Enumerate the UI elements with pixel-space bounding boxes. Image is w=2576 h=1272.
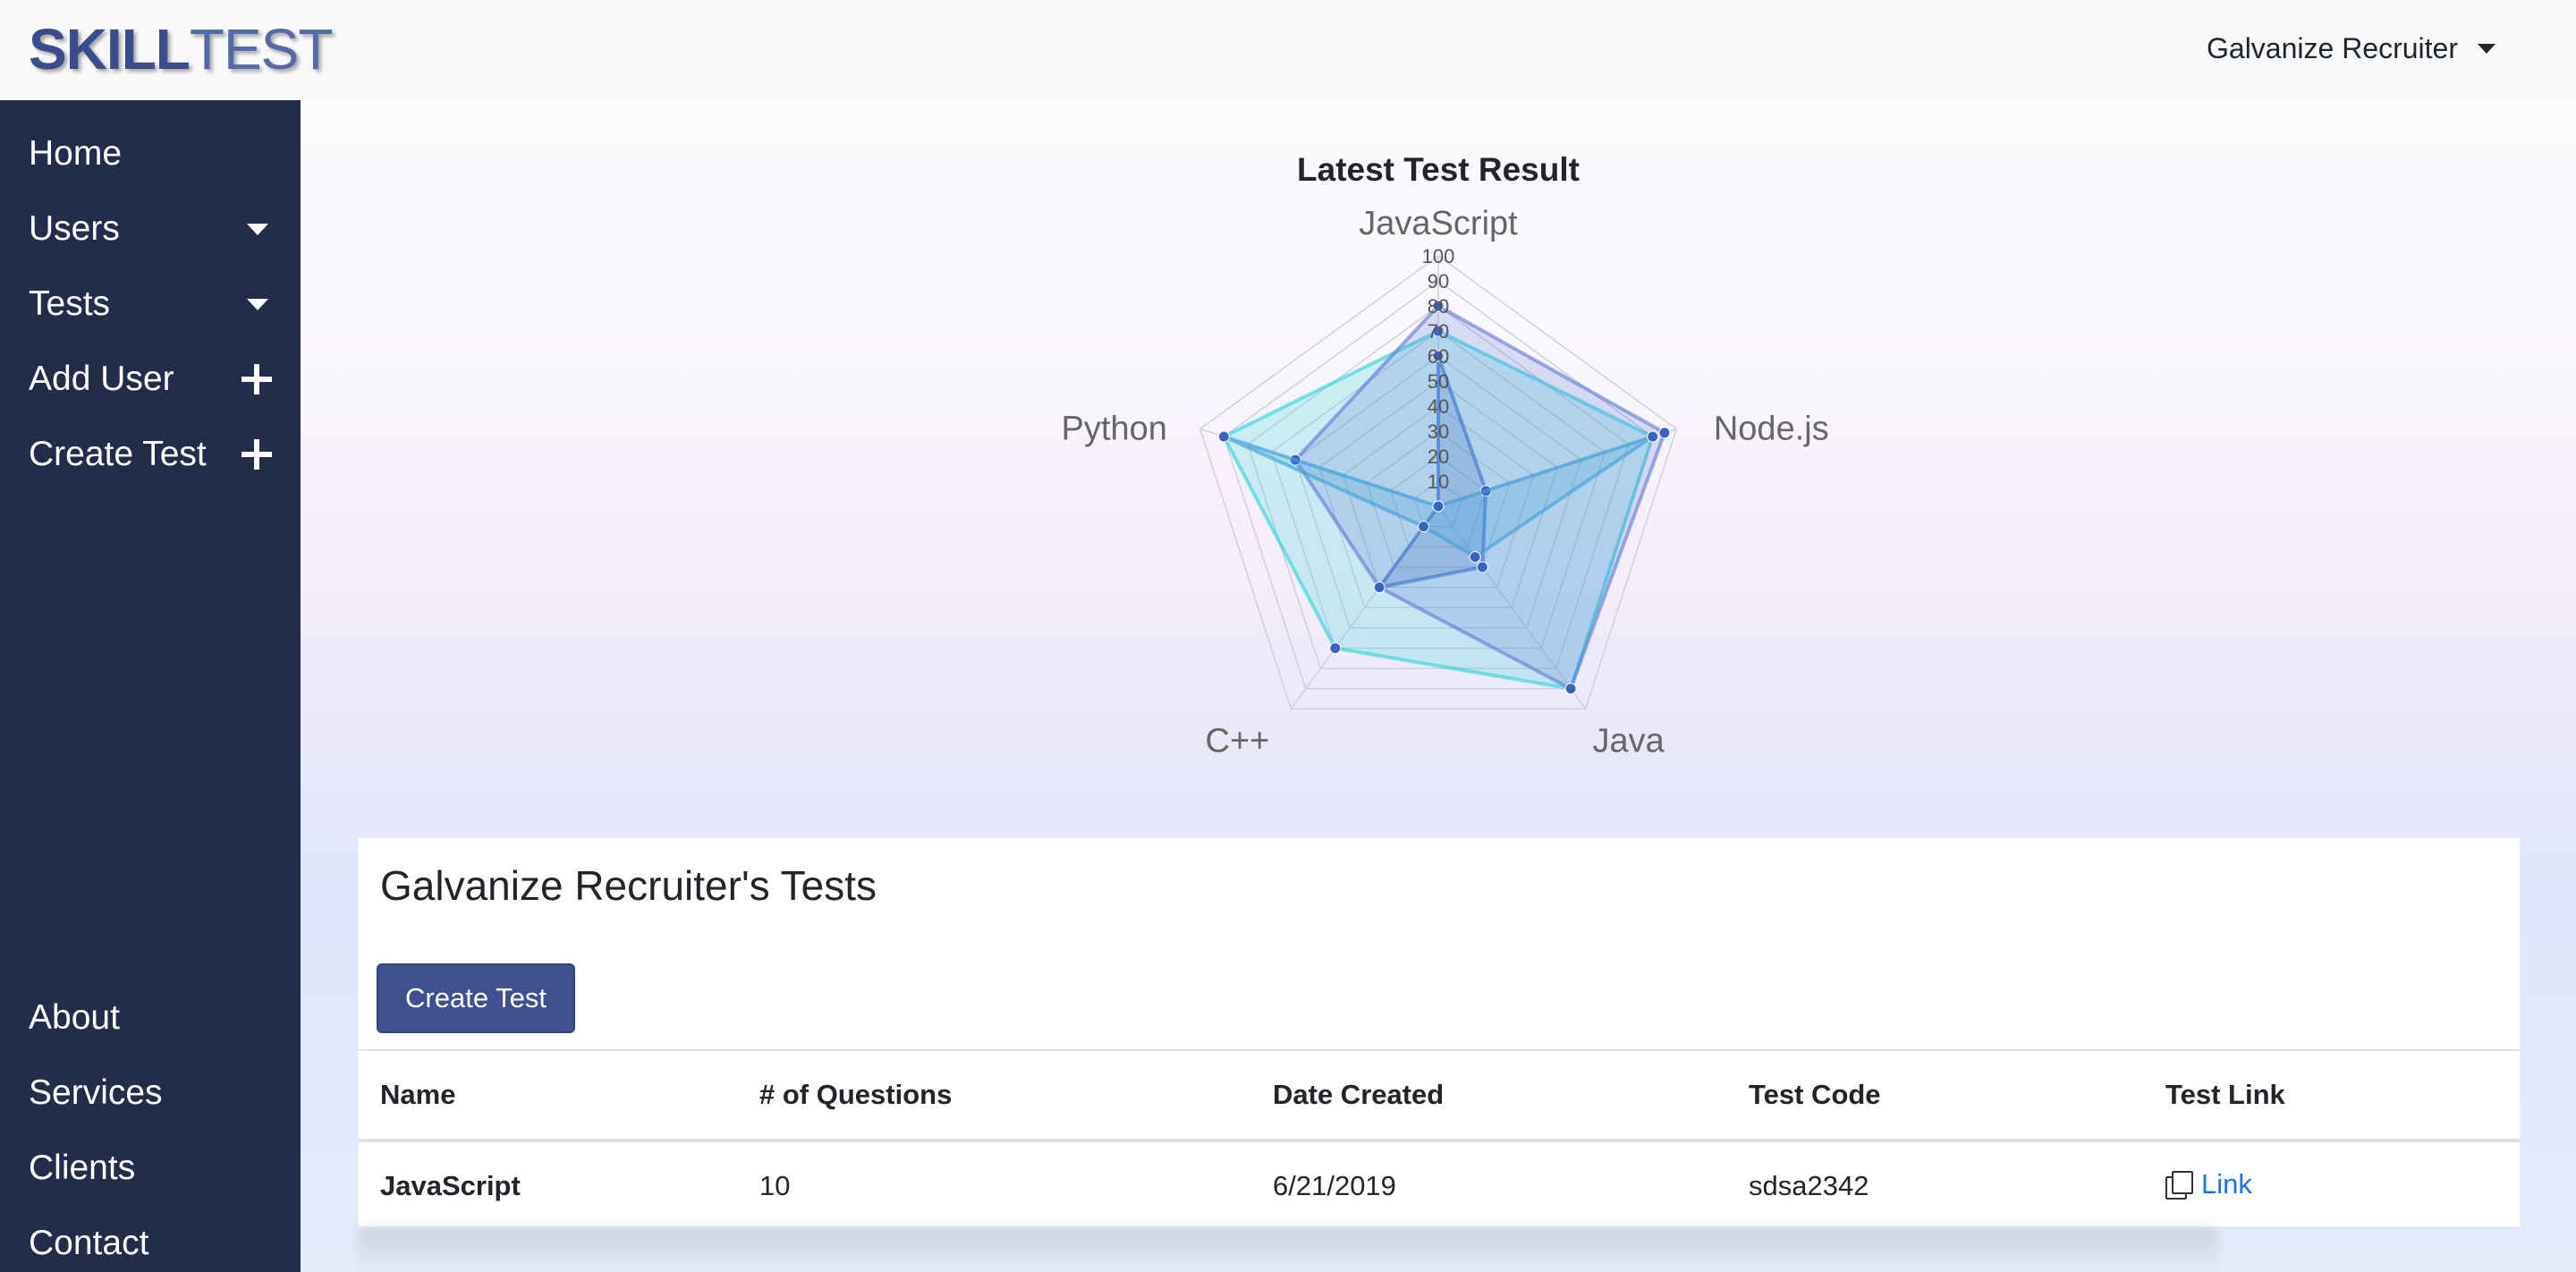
sidebar-item-label: Services xyxy=(29,1073,163,1112)
radar-data-point[interactable] xyxy=(1373,581,1385,594)
radar-tick-label: 80 xyxy=(1428,295,1449,318)
brand-part-skill: SKILL xyxy=(29,17,191,81)
sidebar-item-about[interactable]: About xyxy=(29,998,275,1038)
sidebar-item-label: Clients xyxy=(29,1149,136,1187)
cell-name: JavaScript xyxy=(380,1170,521,1201)
cell-code: sdsa2342 xyxy=(1749,1170,1869,1201)
plus-icon xyxy=(242,364,272,394)
radar-axis-label: Python xyxy=(1062,410,1167,447)
radar-data-point[interactable] xyxy=(1647,430,1659,443)
chevron-down-icon xyxy=(247,223,268,235)
radar-tick-label: 60 xyxy=(1428,345,1449,368)
radar-axis-label: C++ xyxy=(1206,723,1270,760)
sidebar-item-home[interactable]: Home xyxy=(29,134,275,174)
card-title: Galvanize Recruiter's Tests xyxy=(380,862,877,909)
radar-axis-label: Node.js xyxy=(1714,410,1829,447)
radar-axis-label: Java xyxy=(1592,723,1665,760)
sidebar-item-add-user[interactable]: Add User xyxy=(29,360,275,399)
sidebar-item-label: Home xyxy=(29,134,123,173)
radar-data-point[interactable] xyxy=(1564,683,1577,695)
radar-data-point[interactable] xyxy=(1469,551,1481,564)
card-shadow xyxy=(358,1227,2218,1272)
cell-date: 6/21/2019 xyxy=(1273,1170,1396,1201)
chevron-down-icon xyxy=(247,298,268,310)
column-header-code[interactable]: Test Code xyxy=(1749,1049,2165,1142)
column-header-date[interactable]: Date Created xyxy=(1273,1049,1749,1142)
sidebar-item-services[interactable]: Services xyxy=(29,1073,275,1113)
sidebar-item-label: Contact xyxy=(29,1224,149,1262)
brand-logo[interactable]: SKILLTEST xyxy=(29,16,334,82)
chevron-down-icon xyxy=(2478,44,2496,54)
table-row[interactable]: JavaScript 10 6/21/2019 sdsa2342 Link xyxy=(359,1141,2520,1230)
cell-questions: 10 xyxy=(759,1170,791,1201)
sidebar-item-label: Tests xyxy=(29,284,111,323)
radar-data-point[interactable] xyxy=(1217,430,1230,443)
column-header-name[interactable]: Name xyxy=(359,1049,759,1142)
radar-tick-label: 70 xyxy=(1428,320,1449,343)
user-menu-label: Galvanize Recruiter xyxy=(2207,32,2458,64)
copy-icon[interactable] xyxy=(2165,1170,2193,1200)
chart-title: Latest Test Result xyxy=(1297,151,1580,188)
sidebar-item-label: About xyxy=(29,998,120,1037)
radar-tick-label: 100 xyxy=(1422,245,1455,267)
sidebar-item-label: Create Test xyxy=(29,435,207,473)
radar-chart: Latest Test Result 10 20 30 40 50 60 70 80 90 100… xyxy=(301,100,2576,834)
tests-table: Name # of Questions Date Created Test Co… xyxy=(359,1049,2520,1230)
sidebar-item-create-test[interactable]: Create Test xyxy=(29,435,275,474)
sidebar: Home Users Tests Add User Create Test Ab… xyxy=(0,100,301,1272)
radar-chart-svg: Latest Test Result 10 2030405060708090 100… xyxy=(1062,151,1829,760)
column-header-questions[interactable]: # of Questions xyxy=(759,1049,1273,1142)
radar-tick-label: 10 xyxy=(1428,471,1449,493)
radar-data-point[interactable] xyxy=(1329,642,1342,655)
column-header-link[interactable]: Test Link xyxy=(2165,1049,2520,1142)
radar-tick-label: 90 xyxy=(1428,270,1449,293)
sidebar-item-label: Users xyxy=(29,209,120,248)
test-link-label: Link xyxy=(2201,1167,2252,1200)
top-navbar: SKILLTEST Galvanize Recruiter xyxy=(0,0,2576,100)
sidebar-item-contact[interactable]: Contact xyxy=(29,1224,275,1263)
test-link[interactable]: Link xyxy=(2165,1168,2252,1200)
radar-tick-label: 50 xyxy=(1428,370,1449,393)
sidebar-item-label: Add User xyxy=(29,360,174,398)
cell-link: Link xyxy=(2165,1141,2520,1230)
radar-data-point[interactable] xyxy=(1658,427,1671,439)
radar-tick-label: 30 xyxy=(1428,420,1449,443)
radar-axis-label: JavaScript xyxy=(1359,205,1518,242)
tests-card: Galvanize Recruiter's Tests Create Test … xyxy=(358,837,2521,1227)
radar-data-point[interactable] xyxy=(1418,521,1430,533)
plus-icon xyxy=(242,439,272,470)
radar-tick-label: 20 xyxy=(1428,445,1449,468)
sidebar-item-clients[interactable]: Clients xyxy=(29,1149,275,1188)
table-header-row: Name # of Questions Date Created Test Co… xyxy=(359,1049,2520,1142)
radar-tick-label: 40 xyxy=(1428,395,1449,418)
sidebar-item-tests[interactable]: Tests xyxy=(29,284,275,324)
radar-data-point[interactable] xyxy=(1476,561,1488,573)
sidebar-item-users[interactable]: Users xyxy=(29,209,275,249)
brand-part-test: TEST xyxy=(189,17,334,81)
user-menu-dropdown[interactable]: Galvanize Recruiter xyxy=(2207,32,2496,65)
create-test-button[interactable]: Create Test xyxy=(377,963,575,1033)
radar-data-point[interactable] xyxy=(1432,500,1445,513)
